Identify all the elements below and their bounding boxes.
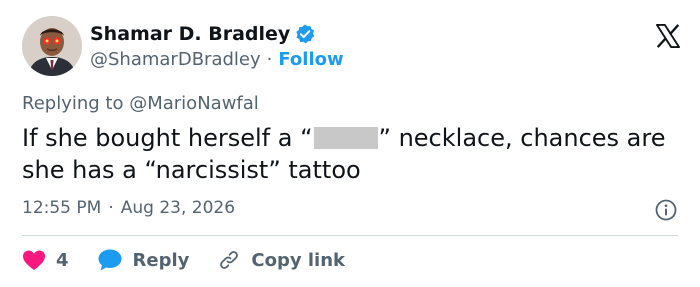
x-logo-icon[interactable] [654, 22, 682, 50]
tweet-time: 12:55 PM [22, 198, 102, 218]
verified-badge-icon [294, 23, 316, 45]
tweet-card: Shamar D. Bradley @ShamarDBradley · Foll… [0, 0, 700, 287]
redacted-word [313, 127, 378, 149]
tweet-timestamp[interactable]: 12:55 PM · Aug 23, 2026 [22, 198, 235, 218]
reply-mention-link[interactable]: @MarioNawfal [129, 93, 259, 114]
handle-separator: · [266, 49, 273, 70]
tweet-text-before: If she bought herself a “ [22, 124, 313, 152]
divider [22, 235, 678, 236]
copy-link-button[interactable]: Copy link [217, 248, 345, 272]
avatar[interactable] [22, 16, 82, 76]
follow-button[interactable]: Follow [278, 49, 343, 70]
action-bar: 4 Reply Copy link [22, 246, 373, 274]
replying-to: Replying to @MarioNawfal [22, 93, 259, 114]
replying-to-label: Replying to [22, 93, 124, 114]
author-block: Shamar D. Bradley @ShamarDBradley · Foll… [90, 21, 344, 70]
reply-button[interactable]: Reply [97, 248, 190, 272]
heart-icon [23, 250, 45, 270]
author-handle[interactable]: @ShamarDBradley [90, 49, 261, 70]
tweet-header: Shamar D. Bradley @ShamarDBradley · Foll… [22, 16, 682, 78]
reply-bubble-icon [98, 249, 122, 271]
link-icon [220, 251, 239, 269]
copy-link-label: Copy link [251, 249, 345, 271]
like-button[interactable]: 4 [22, 249, 69, 271]
tweet-date: Aug 23, 2026 [120, 198, 236, 218]
tweet-text: If she bought herself a “” necklace, cha… [22, 122, 672, 186]
author-name[interactable]: Shamar D. Bradley [90, 23, 290, 45]
avatar-image [22, 16, 82, 76]
info-icon[interactable] [654, 198, 678, 222]
reply-label: Reply [132, 249, 190, 271]
like-count: 4 [56, 249, 69, 271]
timestamp-separator: · [108, 198, 114, 218]
